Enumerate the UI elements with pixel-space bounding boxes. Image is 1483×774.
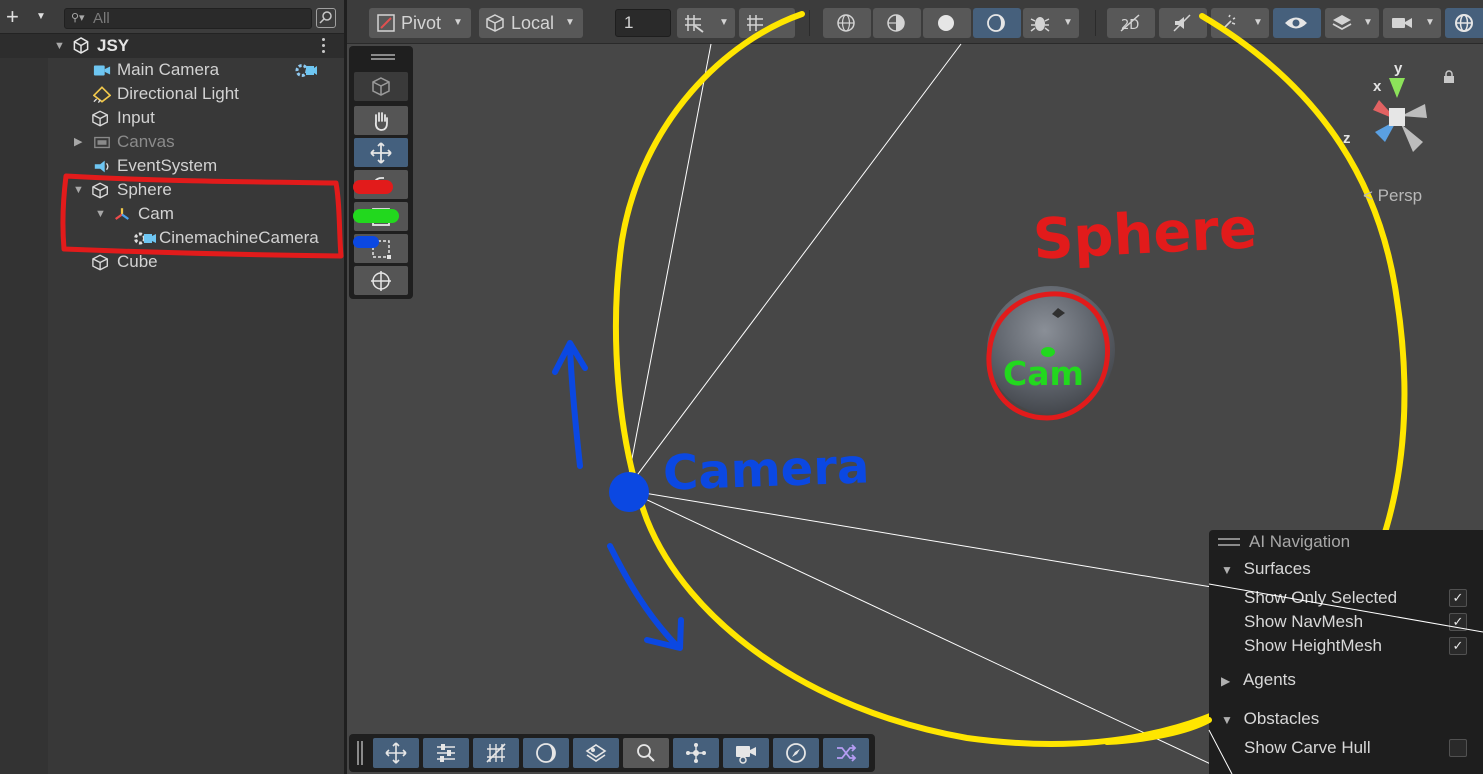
search-icon <box>637 744 655 762</box>
grid-icon <box>486 743 506 763</box>
navmesh-icon <box>585 744 607 762</box>
blue-scribble-mark <box>353 236 379 248</box>
scene-view[interactable]: Pivot ▼ Local ▼ 1 ▼ ▼ 2D ▼ ▼ ▼ Sphere Ca… <box>347 0 1483 774</box>
move-tool-button[interactable] <box>354 138 408 167</box>
transform-tool-button[interactable] <box>354 266 408 295</box>
scale-tool-button[interactable] <box>353 202 408 231</box>
projection-label: Persp <box>1377 186 1423 205</box>
overlay-navmesh-button[interactable] <box>573 738 619 768</box>
camera-preview-icon <box>736 746 756 764</box>
collapse-arrow-icon: ▼ <box>1221 563 1233 577</box>
hand-tool-button[interactable] <box>354 106 408 135</box>
ai-navigation-overlay: AI Navigation ▼ Surfaces Show Only Selec… <box>1209 530 1483 774</box>
cube-icon <box>372 77 390 96</box>
nav-points-icon <box>686 743 706 763</box>
tools-palette <box>349 46 413 299</box>
move-icon <box>385 742 407 764</box>
transform-icon <box>371 271 391 291</box>
red-scribble-mark <box>353 180 393 194</box>
overlay-settings-button[interactable] <box>423 738 469 768</box>
show-heightmesh-checkbox[interactable]: ✓ <box>1449 637 1467 655</box>
lock-icon[interactable] <box>1443 70 1455 84</box>
surfaces-foldout[interactable]: ▼ Surfaces <box>1221 558 1311 580</box>
move-icon <box>370 142 392 164</box>
overlay-search-button[interactable] <box>623 738 669 768</box>
annotation-camera-label: Camera <box>662 438 871 502</box>
show-navmesh-label: Show NavMesh <box>1244 612 1364 631</box>
gizmo-neg-y-axis[interactable] <box>1401 124 1423 152</box>
blue-camera-dot <box>609 472 649 512</box>
overlay-nav-agent-button[interactable] <box>673 738 719 768</box>
annotation-cam-label: Cam <box>1003 354 1084 393</box>
show-heightmesh-label: Show HeightMesh <box>1244 636 1382 655</box>
overlay-lighting-button[interactable] <box>523 738 569 768</box>
red-highlight-box <box>60 173 344 259</box>
gizmo-x-label: x <box>1373 78 1382 95</box>
gizmo-z-label: z <box>1343 130 1351 147</box>
rect-tool-button[interactable] <box>353 234 408 263</box>
overlay-camera-button[interactable] <box>723 738 769 768</box>
overlay-shuffle-button[interactable] <box>823 738 869 768</box>
overlay-toolbar <box>349 734 875 772</box>
overlay-compass-button[interactable] <box>773 738 819 768</box>
gizmo-center[interactable] <box>1389 108 1405 126</box>
overlay-grid-button[interactable] <box>473 738 519 768</box>
obstacles-label: Obstacles <box>1243 709 1320 728</box>
view-tool-button[interactable] <box>354 72 408 101</box>
collapse-arrow-icon: ▼ <box>1221 713 1233 727</box>
expand-arrow-icon: ▶ <box>1221 674 1231 688</box>
surfaces-label: Surfaces <box>1243 559 1311 578</box>
rotate-tool-button[interactable] <box>353 170 408 199</box>
gizmo-y-axis[interactable] <box>1389 78 1405 98</box>
green-scribble-mark <box>353 209 399 223</box>
hierarchy-panel: + ▼ ⚲▾ All ▼ JSY Main Camera Directional… <box>0 0 344 774</box>
annotation-sphere-label: Sphere <box>1031 196 1259 273</box>
blue-up-arrow <box>552 340 588 469</box>
shuffle-icon <box>837 744 857 762</box>
obstacles-foldout[interactable]: ▼ Obstacles <box>1221 708 1319 730</box>
drag-handle-icon[interactable] <box>357 741 363 765</box>
projection-toggle[interactable]: < Persp <box>1363 186 1422 206</box>
show-only-selected-label: Show Only Selected <box>1244 588 1398 607</box>
overlay-move-button[interactable] <box>373 738 419 768</box>
hand-icon <box>374 112 388 131</box>
sliders-icon <box>437 744 455 762</box>
drag-handle-icon[interactable] <box>371 54 395 60</box>
show-carve-hull-checkbox[interactable] <box>1449 739 1467 757</box>
show-carve-hull-label: Show Carve Hull <box>1244 738 1371 757</box>
show-navmesh-checkbox[interactable]: ✓ <box>1449 613 1467 631</box>
show-only-selected-checkbox[interactable]: ✓ <box>1449 589 1467 607</box>
compass-icon <box>786 743 806 763</box>
gizmo-y-label: y <box>1394 60 1403 77</box>
moon-icon <box>536 743 556 763</box>
agents-label: Agents <box>1242 670 1296 689</box>
drag-handle-icon[interactable] <box>1218 538 1240 546</box>
ai-navigation-title: AI Navigation <box>1249 532 1351 551</box>
agents-foldout[interactable]: ▶ Agents <box>1221 669 1296 691</box>
